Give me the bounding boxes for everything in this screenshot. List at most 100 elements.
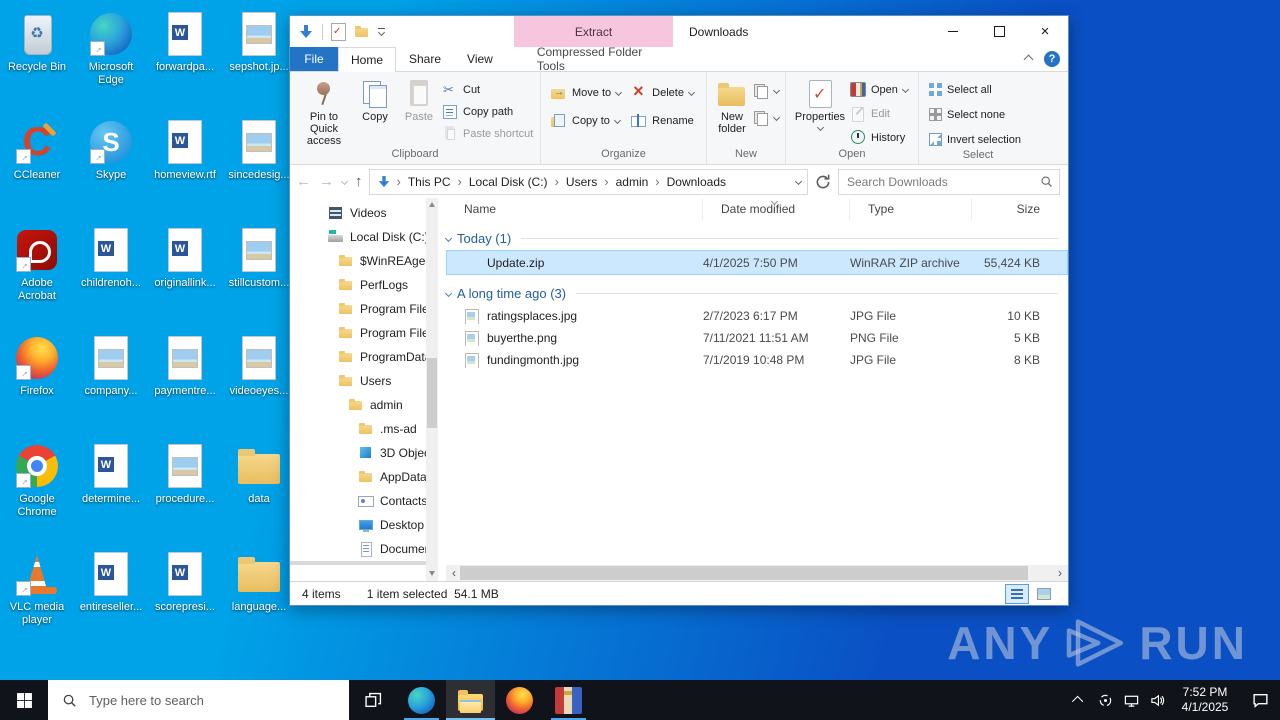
desktop-icon[interactable]: forwardpa... [148,10,222,118]
nav-tree-item[interactable]: Users [290,369,426,393]
copy-button[interactable]: Copy [354,77,396,123]
breadcrumb-item[interactable]: Downloads [667,175,726,189]
nav-tree-item[interactable]: .ms-ad [290,417,426,441]
refresh-icon[interactable] [814,173,832,191]
breadcrumb-separator[interactable]: › [458,174,462,189]
nav-tree-item[interactable]: Desktop [290,513,426,537]
contextual-tab-extract[interactable]: Extract [514,16,673,47]
file-group-header[interactable]: Today (1) [446,220,1068,250]
customize-quick-access-icon[interactable] [378,28,385,35]
file-row[interactable]: ratingsplaces.jpg 2/7/2023 6:17 PM JPG F… [446,305,1068,327]
breadcrumb-separator[interactable]: › [604,174,608,189]
column-header-date-modified[interactable]: Date modified [703,198,850,220]
desktop-icon[interactable]: originallink... [148,226,222,334]
scroll-up-icon[interactable] [429,202,435,207]
search-input[interactable] [845,174,1040,190]
tab-file[interactable]: File [290,47,338,71]
desktop-icon[interactable]: determine... [74,442,148,550]
select-none-button[interactable]: Select none [929,105,1021,124]
start-button[interactable] [0,680,48,720]
new-folder-button[interactable]: New folder [713,77,751,135]
nav-tree-item[interactable]: ProgramData [290,345,426,369]
rename-button[interactable]: Rename [631,111,694,130]
breadcrumb-separator[interactable]: › [397,174,401,189]
taskbar-search-input[interactable] [87,692,349,709]
desktop-icon[interactable]: Adobe Acrobat [0,226,74,334]
nav-tree-item[interactable]: AppData [290,465,426,489]
cut-button[interactable]: Cut [442,80,533,99]
taskbar-clock[interactable]: 7:52 PM 4/1/2025 [1170,680,1240,720]
desktop-icon[interactable]: Recycle Bin [0,10,74,118]
desktop-icon[interactable]: stillcustom... [222,226,296,334]
desktop-icon[interactable]: procedure... [148,442,222,550]
desktop-icon[interactable]: Microsoft Edge [74,10,148,118]
thumbnails-view-button[interactable] [1032,584,1056,604]
details-view-button[interactable] [1005,584,1029,604]
breadcrumb-item[interactable]: admin [616,175,649,189]
file-row[interactable]: fundingmonth.jpg 7/1/2019 10:48 PM JPG F… [446,349,1068,371]
desktop-icon[interactable]: videoeyes... [222,334,296,442]
desktop-icon[interactable]: VLC media player [0,550,74,658]
move-to-button[interactable]: Move to [551,83,621,102]
breadcrumb-item[interactable]: Local Disk (C:) [469,175,548,189]
help-icon[interactable]: ? [1044,51,1060,67]
desktop-icon[interactable]: scorepresi... [148,550,222,658]
nav-tree-item[interactable]: $WinREAgent [290,249,426,273]
scroll-right-icon[interactable]: › [1052,566,1068,580]
column-header-type[interactable]: Type [850,198,972,220]
nav-tree-item[interactable]: admin [290,393,426,417]
taskbar-app-winrar[interactable] [544,680,593,720]
desktop-icon[interactable]: entireseller... [74,550,148,658]
nav-scrollbar[interactable] [426,198,438,565]
tray-volume-button[interactable] [1144,680,1170,720]
desktop-icon[interactable]: language... [222,550,296,658]
paste-button[interactable]: Paste [398,77,440,123]
properties-quick-icon[interactable] [331,23,346,41]
paste-shortcut-button[interactable]: Paste shortcut [442,124,533,143]
up-button[interactable]: ↑ [355,173,363,190]
new-folder-quick-icon[interactable] [354,24,370,40]
minimize-button[interactable] [930,16,976,47]
action-center-button[interactable] [1240,680,1280,720]
desktop-icon[interactable]: CCleaner [0,118,74,226]
nav-tree-item[interactable]: 3D Objects [290,441,426,465]
desktop-icon[interactable]: homeview.rtf [148,118,222,226]
close-button[interactable]: × [1022,16,1068,47]
taskbar-app-edge[interactable] [397,680,446,720]
group-collapse-icon[interactable] [445,234,452,241]
tab-view[interactable]: View [454,47,506,71]
title-bar[interactable]: Extract Downloads × [290,16,1068,47]
back-button[interactable]: ← [296,173,311,190]
properties-button[interactable]: Properties [792,77,848,130]
file-row[interactable]: Update.zip 4/1/2025 7:50 PM WinRAR ZIP a… [446,250,1068,275]
copy-to-button[interactable]: Copy to [551,111,621,130]
search-icon[interactable] [1040,175,1053,188]
desktop-icon[interactable]: data [222,442,296,550]
new-item-button[interactable] [753,108,779,127]
tray-network-button[interactable] [1118,680,1144,720]
column-header-size[interactable]: Size [972,198,1052,220]
nav-tree-item[interactable]: Contacts [290,489,426,513]
tray-record-button[interactable] [1092,680,1118,720]
forward-button[interactable]: → [319,173,334,190]
desktop-icon[interactable]: childrenoh... [74,226,148,334]
nav-tree-item[interactable]: Program Files [290,297,426,321]
desktop-icon[interactable]: sepshot.jp... [222,10,296,118]
desktop-icon[interactable]: company... [74,334,148,442]
invert-selection-button[interactable]: Invert selection [929,130,1021,149]
nav-tree-item[interactable]: Program Files [290,321,426,345]
edit-button[interactable]: Edit [850,104,908,123]
nav-tree-item[interactable]: PerfLogs [290,273,426,297]
breadcrumb-box[interactable]: ›This PC›Local Disk (C:)›Users›admin›Dow… [369,169,809,195]
file-row[interactable]: buyerthe.png 7/11/2021 11:51 AM PNG File… [446,327,1068,349]
breadcrumb-item[interactable]: This PC [408,175,451,189]
pin-to-quick-access-button[interactable]: Pin to Quick access [296,77,352,147]
group-collapse-icon[interactable] [445,289,452,296]
file-group-header[interactable]: A long time ago (3) [446,275,1068,305]
nav-tree-item[interactable]: Videos [290,201,426,225]
copy-path-button[interactable]: Copy path [442,102,533,121]
breadcrumb-separator[interactable]: › [555,174,559,189]
nav-tree-item[interactable]: Documents [290,537,426,561]
collapse-ribbon-icon[interactable] [1024,54,1034,64]
taskbar-search[interactable] [48,680,349,720]
